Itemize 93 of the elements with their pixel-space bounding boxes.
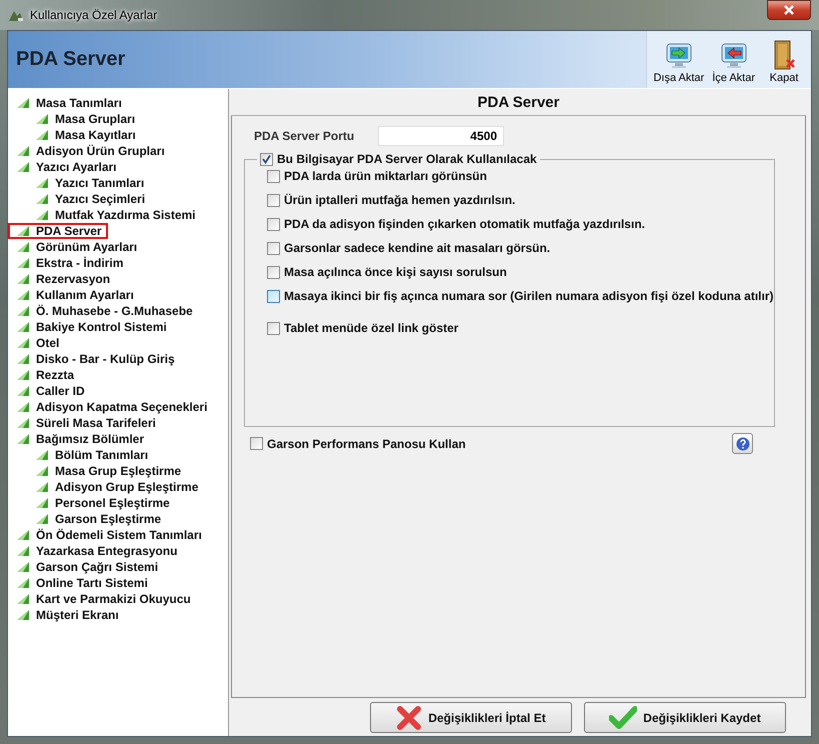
triangle-icon (35, 129, 49, 141)
tree-item[interactable]: Yazıcı Tanımları (27, 175, 146, 191)
tree-item[interactable]: Masa Grup Eşleştirme (27, 463, 184, 479)
triangle-icon (16, 577, 30, 589)
triangle-icon (16, 609, 30, 621)
tree-item[interactable]: Disko - Bar - Kulüp Giriş (8, 351, 177, 367)
port-field[interactable]: 4500 (378, 126, 504, 146)
tree-item[interactable]: Bağımsız Bölümler (8, 431, 146, 447)
tree-item[interactable]: Caller ID (8, 383, 87, 399)
tree-item[interactable]: Müşteri Ekranı (8, 607, 121, 623)
triangle-icon (16, 561, 30, 573)
exit-button[interactable]: Kapat (759, 31, 809, 88)
door-icon (772, 40, 796, 70)
triangle-icon (35, 193, 49, 205)
option-checkbox[interactable]: PDA da adisyon fişinden çıkarken otomatik mutfağa yazdırılsın. (267, 216, 645, 232)
triangle-icon (16, 289, 30, 301)
page-title: PDA Server (15, 48, 126, 71)
option-checkbox[interactable]: Tablet menüde özel link göster (267, 320, 458, 336)
checkmark-icon (609, 706, 638, 730)
tree-item[interactable]: Kullanım Ayarları (8, 287, 136, 303)
triangle-icon (16, 369, 30, 381)
close-icon (783, 5, 795, 15)
tree-item[interactable]: Personel Eşleştirme (27, 495, 172, 511)
triangle-icon (35, 465, 49, 477)
triangle-icon (16, 337, 30, 349)
triangle-icon (16, 417, 30, 429)
tree-item[interactable]: Görünüm Ayarları (8, 239, 140, 255)
panel-title: PDA Server (231, 91, 806, 116)
tree-item[interactable]: Masa Kayıtları (27, 127, 138, 143)
tree-item[interactable]: Yazıcı Ayarları (8, 159, 118, 175)
triangle-icon (16, 97, 30, 109)
save-button[interactable]: Değişiklikleri Kaydet (584, 702, 786, 733)
tree-item[interactable]: Rezzta (8, 367, 76, 383)
triangle-icon (16, 241, 30, 253)
tree-item[interactable]: Garson Eşleştirme (27, 511, 164, 527)
tree-item[interactable]: Yazıcı Seçimleri (27, 191, 148, 207)
tree-item[interactable]: Online Tartı Sistemi (8, 575, 150, 591)
tree-item[interactable]: Mutfak Yazdırma Sistemi (27, 207, 198, 223)
triangle-icon (16, 401, 30, 413)
triangle-icon (16, 273, 30, 285)
tree-item[interactable]: Bakiye Kontrol Sistemi (8, 319, 169, 335)
cross-icon (396, 704, 422, 730)
option-checkbox[interactable]: Garsonlar sadece kendine ait masaları görsün. (267, 240, 550, 256)
tree-item[interactable]: Adisyon Kapatma Seçenekleri (8, 399, 210, 415)
close-button[interactable] (767, 0, 811, 20)
triangle-icon (16, 257, 30, 269)
option-checkbox[interactable]: Ürün iptalleri mutfağa hemen yazdırılsın. (267, 192, 516, 208)
tree-item[interactable]: Süreli Masa Tarifeleri (8, 415, 158, 431)
tree-item[interactable]: Otel (8, 335, 62, 351)
server-checkbox[interactable]: Bu Bilgisayar PDA Server Olarak Kullanılacak (260, 152, 537, 166)
triangle-icon (35, 497, 49, 509)
triangle-icon (16, 593, 30, 605)
option-checkbox[interactable]: PDA larda ürün miktarları görünsün (267, 168, 487, 184)
triangle-icon (35, 481, 49, 493)
monitor-arrow-icon (718, 42, 749, 70)
tree-item[interactable]: Ekstra - İndirim (8, 255, 126, 271)
triangle-icon (16, 545, 30, 557)
triangle-icon (16, 385, 30, 397)
option-checkbox[interactable]: Masaya ikinci bir fiş açınca numara sor (Girilen numara adisyon fişi özel koduna atılır) (267, 288, 774, 304)
tree-item[interactable]: PDA Server (8, 223, 108, 239)
option-checkbox[interactable]: Masa açılınca önce kişi sayısı sorulsun (267, 264, 507, 280)
import-button[interactable]: İçe Aktar (708, 31, 759, 88)
triangle-icon (16, 225, 30, 237)
triangle-icon (35, 113, 49, 125)
tree-item[interactable]: Adisyon Grup Eşleştirme (27, 479, 200, 495)
export-button[interactable]: Dışa Aktar (649, 31, 708, 88)
triangle-icon (16, 161, 30, 173)
monitor-arrow-icon (664, 42, 694, 70)
triangle-icon (16, 433, 30, 445)
cancel-button[interactable]: Değişiklikleri İptal Et (370, 702, 572, 733)
triangle-icon (35, 449, 49, 461)
tree-item[interactable]: Garson Çağrı Sistemi (8, 559, 160, 575)
tree-item[interactable]: Adisyon Ürün Grupları (8, 143, 167, 159)
help-button[interactable] (732, 433, 753, 454)
port-label: PDA Server Portu (254, 129, 356, 143)
tree-item[interactable]: Yazarkasa Entegrasyonu (8, 543, 180, 559)
tree-item[interactable]: Bölüm Tanımları (27, 447, 150, 463)
triangle-icon (35, 209, 49, 221)
tree-item[interactable]: Ö. Muhasebe - G.Muhasebe (8, 303, 195, 319)
triangle-icon (16, 145, 30, 157)
triangle-icon (35, 513, 49, 525)
triangle-icon (16, 353, 30, 365)
tree-item[interactable]: Ön Ödemeli Sistem Tanımları (8, 527, 204, 543)
tree-item[interactable]: Kart ve Parmakizi Okuyucu (8, 591, 193, 607)
triangle-icon (16, 321, 30, 333)
window-title: Kullanıcıya Özel Ayarlar (30, 8, 158, 22)
tree-item[interactable]: Rezervasyon (8, 271, 112, 287)
performance-checkbox[interactable]: Garson Performans Panosu Kullan (250, 436, 466, 450)
tree-item[interactable]: Masa Tanımları (8, 95, 124, 111)
triangle-icon (16, 305, 30, 317)
triangle-icon (35, 177, 49, 189)
tree-item[interactable]: Masa Grupları (27, 111, 138, 127)
triangle-icon (16, 529, 30, 541)
